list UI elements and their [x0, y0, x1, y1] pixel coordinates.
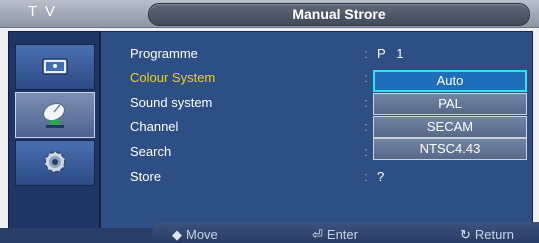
separator-colon: : — [364, 46, 368, 61]
separator-colon: : — [364, 144, 368, 159]
separator-colon: : — [364, 119, 368, 134]
dropdown-option-ntsc443[interactable]: NTSC4.43 — [373, 138, 527, 160]
separator-colon: : — [364, 169, 368, 184]
menu-item-label: Store — [130, 169, 162, 184]
enter-hint: ⏎ Enter — [312, 227, 358, 243]
separator-colon: : — [364, 70, 368, 85]
return-label: Return — [474, 227, 514, 242]
sidebar-item-picture[interactable] — [15, 44, 95, 90]
menu-item-label: Programme — [130, 46, 198, 61]
title-bar: Manual Strore — [148, 3, 530, 26]
store-value: ? — [377, 169, 385, 184]
menu-item-label: Search — [130, 144, 172, 159]
return-hint: ↻ Return — [460, 227, 514, 243]
satellite-dish-icon — [42, 102, 66, 128]
gear-icon — [44, 151, 66, 173]
top-bar: T V Manual Strore — [0, 0, 539, 28]
tv-label: T V — [28, 3, 58, 20]
sidebar — [8, 31, 100, 229]
menu-item-label: Colour System — [130, 70, 216, 85]
sidebar-item-setup[interactable] — [15, 140, 95, 186]
menu-item-label: Sound system — [130, 95, 213, 110]
sidebar-item-sound[interactable] — [15, 92, 95, 138]
up-down-arrows-icon: ◆ — [172, 227, 182, 242]
enter-icon: ⏎ — [312, 227, 323, 242]
dropdown-option-auto[interactable]: Auto — [373, 70, 527, 92]
move-label: Move — [186, 227, 218, 242]
picture-icon — [42, 58, 68, 75]
move-hint: ◆ Move — [172, 227, 218, 243]
enter-label: Enter — [326, 227, 358, 242]
page-title: Manual Strore — [292, 6, 386, 22]
tv-osd-screen: T V Manual Strore Programme Colour Syste… — [0, 0, 539, 243]
menu-item-label: Channel — [130, 119, 179, 134]
programme-value: P 1 — [377, 46, 404, 61]
dropdown-option-pal[interactable]: PAL — [373, 93, 527, 115]
separator-colon: : — [364, 95, 368, 110]
dropdown-option-secam[interactable]: SECAM — [373, 116, 527, 138]
return-icon: ↻ — [460, 227, 471, 242]
